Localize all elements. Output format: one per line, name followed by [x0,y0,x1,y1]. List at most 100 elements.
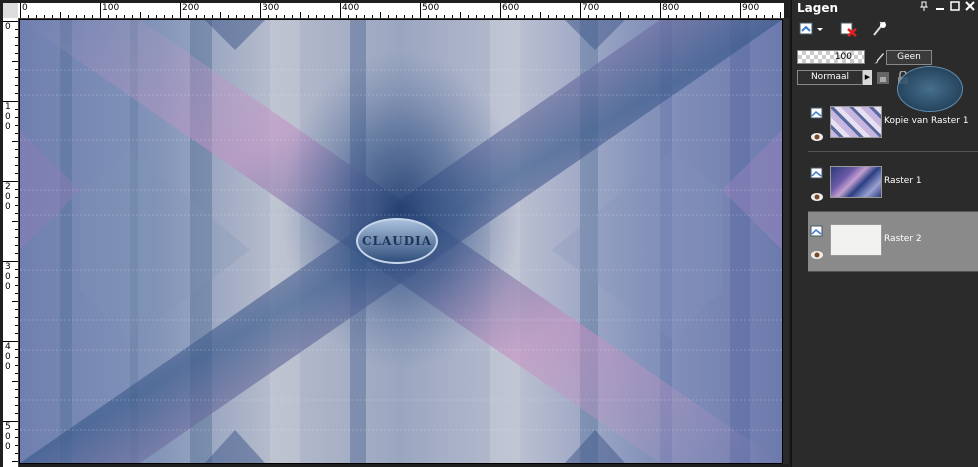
ruler-tick [15,349,18,350]
ruler-label: 300 [5,262,11,292]
ruler-tick [484,15,485,18]
ruler-tick [572,15,573,18]
ruler-tick [556,15,557,18]
ruler-tick [15,405,18,406]
raster-layer-icon [810,222,824,237]
blend-range-button[interactable]: Geen [886,50,932,65]
ruler-tick [220,12,221,18]
layer-name: Kopie van Raster 1 [884,116,969,126]
ruler-top[interactable]: 0 100 200 300 400 500 600 700 800 900 [18,3,784,19]
ruler-tick [36,15,37,18]
maximize-icon[interactable] [949,1,961,13]
ruler-tick [252,15,253,18]
ruler-tick [540,12,541,18]
ruler-tick [15,189,18,190]
raster-layer-icon [810,164,824,179]
layer-name: Raster 1 [884,176,922,186]
ruler-tick [15,277,18,278]
minimize-icon[interactable] [934,1,946,13]
ruler-tick [356,15,357,18]
layer-row-raster-2[interactable]: Raster 2 [808,212,978,272]
delete-layer-button[interactable] [838,19,860,39]
ruler-tick [244,15,245,18]
ruler-tick [124,15,125,18]
lock-icon[interactable] [876,70,890,84]
ruler-tick [404,15,405,18]
ruler-tick [524,15,525,18]
ruler-tick [28,15,29,18]
ruler-tick [588,15,589,18]
ruler-tick [15,197,18,198]
layer-thumbnail [830,166,882,198]
delete-layer-icon [840,22,857,37]
layer-name: Raster 2 [884,234,922,244]
ruler-label: 800 [662,3,680,13]
chevron-right-icon[interactable]: ▶ [863,70,872,85]
ruler-tick [476,15,477,18]
ruler-tick [660,3,661,18]
eye-icon[interactable] [810,245,824,259]
image-canvas[interactable]: CLAUDIA [19,19,783,464]
ruler-tick [15,429,18,430]
ruler-tick [15,365,18,366]
ruler-tick [444,15,445,18]
layer-row-raster-1[interactable]: Raster 1 [808,154,978,212]
blend-mode-select[interactable]: Normaal [797,70,863,85]
ruler-tick [308,15,309,18]
mask-icon [873,21,886,36]
layer-thumbnail [830,224,882,256]
ruler-tick [196,15,197,18]
ruler-tick [132,15,133,18]
ruler-tick [15,325,18,326]
ruler-tick [15,357,18,358]
ruler-tick [276,15,277,18]
pin-icon[interactable] [918,1,930,13]
ruler-tick [492,15,493,18]
ruler-label: 100 [102,3,120,13]
paintbrush-icon[interactable] [872,50,886,64]
ruler-tick [732,15,733,18]
ruler-tick [15,93,18,94]
ruler-tick [15,269,18,270]
ruler-tick [716,15,717,18]
ruler-tick [772,15,773,18]
ruler-tick [15,389,18,390]
ruler-tick [260,3,261,18]
ruler-tick [15,437,18,438]
new-layer-icon [799,22,823,35]
ruler-tick [268,15,269,18]
ruler-left[interactable]: 0 100 200 300 400 500 [3,18,19,467]
ruler-tick [15,445,18,446]
ruler-label: 200 [182,3,200,13]
ruler-tick [12,61,18,62]
ruler-tick [756,15,757,18]
ruler-tick [204,15,205,18]
ruler-tick [212,15,213,18]
ruler-tick [452,15,453,18]
ruler-tick [652,15,653,18]
vertical-scrollbar[interactable] [783,18,789,464]
ruler-tick [564,15,565,18]
ruler-tick [15,125,18,126]
mask-button[interactable] [868,19,890,39]
opacity-field[interactable]: 100 [797,50,865,64]
ruler-tick [15,53,18,54]
eye-icon[interactable] [810,187,824,201]
ruler-tick [420,3,421,18]
ruler-tick [604,15,605,18]
ruler-label: 0 [5,22,11,32]
ruler-tick [12,221,18,222]
ruler-tick [76,15,77,18]
ruler-tick [708,15,709,18]
new-layer-button[interactable] [798,19,826,39]
ruler-tick [300,12,301,18]
eye-icon[interactable] [810,127,824,141]
ruler-tick [15,317,18,318]
close-icon[interactable] [964,1,976,13]
ruler-tick [84,15,85,18]
ruler-tick [668,15,669,18]
layer-row-kopie-van-raster-1[interactable]: Kopie van Raster 1 [808,94,978,152]
ruler-tick [692,15,693,18]
ruler-tick [15,133,18,134]
ruler-tick [684,15,685,18]
